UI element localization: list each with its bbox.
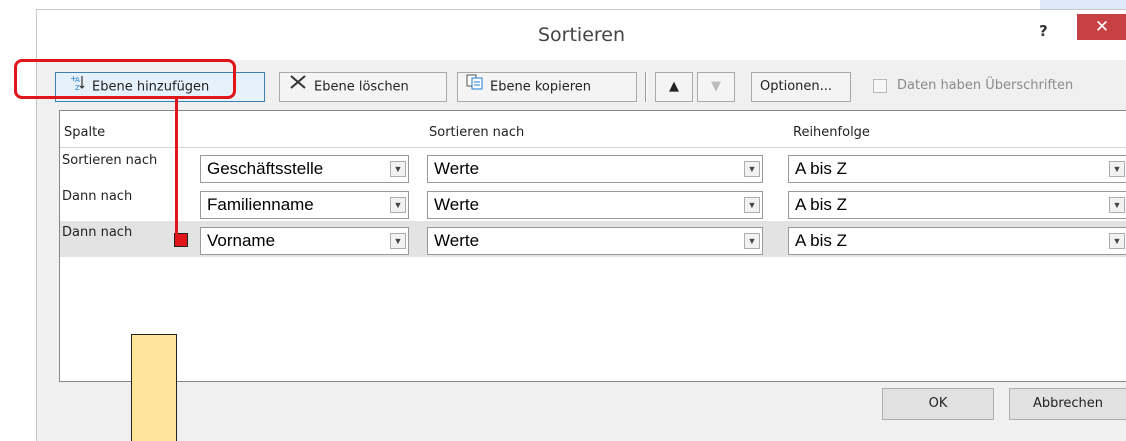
sort-levels-grid: Spalte Sortieren nach Reihenfolge Sortie… — [59, 110, 1126, 382]
title-bar: Sortieren ? ✕ — [37, 10, 1126, 60]
column-select[interactable]: Geschäftsstelle ▼ — [200, 155, 409, 183]
sort-on-value: Werte — [434, 231, 480, 250]
chevron-down-icon[interactable]: ▼ — [1109, 161, 1125, 177]
header-sort-on: Sortieren nach — [429, 125, 525, 140]
column-select[interactable]: Familienname ▼ — [200, 191, 409, 219]
headers-checkbox-row[interactable]: Daten haben Überschriften — [873, 78, 1073, 102]
copy-level-label: Ebene kopieren — [490, 79, 592, 95]
grid-header: Spalte Sortieren nach Reihenfolge — [60, 111, 1126, 145]
chevron-down-icon[interactable]: ▼ — [1109, 197, 1125, 213]
chevron-down-icon[interactable]: ▼ — [744, 197, 760, 213]
header-divider — [60, 147, 1126, 148]
sort-level-row-selected[interactable]: Dann nach Vorname ▼ Werte ▼ A bis Z ▼ — [60, 221, 1126, 257]
delete-level-label: Ebene löschen — [314, 79, 409, 95]
column-value: Vorname — [207, 231, 276, 250]
help-icon[interactable]: ? — [1039, 22, 1048, 40]
delete-icon — [288, 73, 308, 101]
header-order: Reihenfolge — [793, 125, 870, 140]
row-label: Dann nach — [62, 189, 133, 204]
close-button[interactable]: ✕ — [1077, 14, 1126, 40]
sort-on-select[interactable]: Werte ▼ — [427, 227, 763, 255]
chevron-down-icon[interactable]: ▼ — [744, 233, 760, 249]
order-value: A bis Z — [795, 159, 847, 178]
dialog-title: Sortieren — [537, 24, 626, 46]
order-select[interactable]: A bis Z ▼ — [788, 191, 1126, 219]
options-button[interactable]: Optionen... — [751, 72, 851, 102]
order-select[interactable]: A bis Z ▼ — [788, 155, 1126, 183]
callout-highlight-box — [14, 59, 236, 99]
callout-marker — [174, 233, 188, 247]
column-value: Familienname — [207, 195, 314, 214]
header-column: Spalte — [64, 125, 106, 140]
sort-on-select[interactable]: Werte ▼ — [427, 191, 763, 219]
sort-on-select[interactable]: Werte ▼ — [427, 155, 763, 183]
cancel-button[interactable]: Abbrechen — [1009, 388, 1126, 420]
row-label: Sortieren nach — [62, 153, 158, 168]
toolbar-separator — [645, 72, 647, 102]
chevron-down-icon[interactable]: ▼ — [390, 197, 406, 213]
sort-level-row[interactable]: Sortieren nach Geschäftsstelle ▼ Werte ▼… — [60, 149, 1126, 185]
chevron-down-icon[interactable]: ▼ — [390, 233, 406, 249]
order-select[interactable]: A bis Z ▼ — [788, 227, 1126, 255]
chevron-down-icon[interactable]: ▼ — [744, 161, 760, 177]
move-down-button[interactable]: ▼ — [697, 72, 735, 102]
row-label: Dann nach — [62, 225, 133, 240]
chevron-down-icon[interactable]: ▼ — [390, 161, 406, 177]
delete-level-button[interactable]: Ebene löschen — [279, 72, 447, 102]
callout-note-box — [131, 334, 177, 441]
ok-button[interactable]: OK — [882, 388, 994, 420]
sort-level-row[interactable]: Dann nach Familienname ▼ Werte ▼ A bis Z… — [60, 185, 1126, 221]
sort-on-value: Werte — [434, 159, 480, 178]
move-up-button[interactable]: ▲ — [655, 72, 693, 102]
copy-icon — [466, 73, 484, 101]
order-value: A bis Z — [795, 231, 847, 250]
sort-on-value: Werte — [434, 195, 480, 214]
headers-checkbox-label: Daten haben Überschriften — [897, 78, 1074, 93]
callout-connector-line — [175, 99, 178, 235]
copy-level-button[interactable]: Ebene kopieren — [457, 72, 637, 102]
column-select[interactable]: Vorname ▼ — [200, 227, 409, 255]
order-value: A bis Z — [795, 195, 847, 214]
chevron-down-icon[interactable]: ▼ — [1109, 233, 1125, 249]
headers-checkbox[interactable] — [873, 78, 887, 93]
column-value: Geschäftsstelle — [207, 159, 324, 178]
